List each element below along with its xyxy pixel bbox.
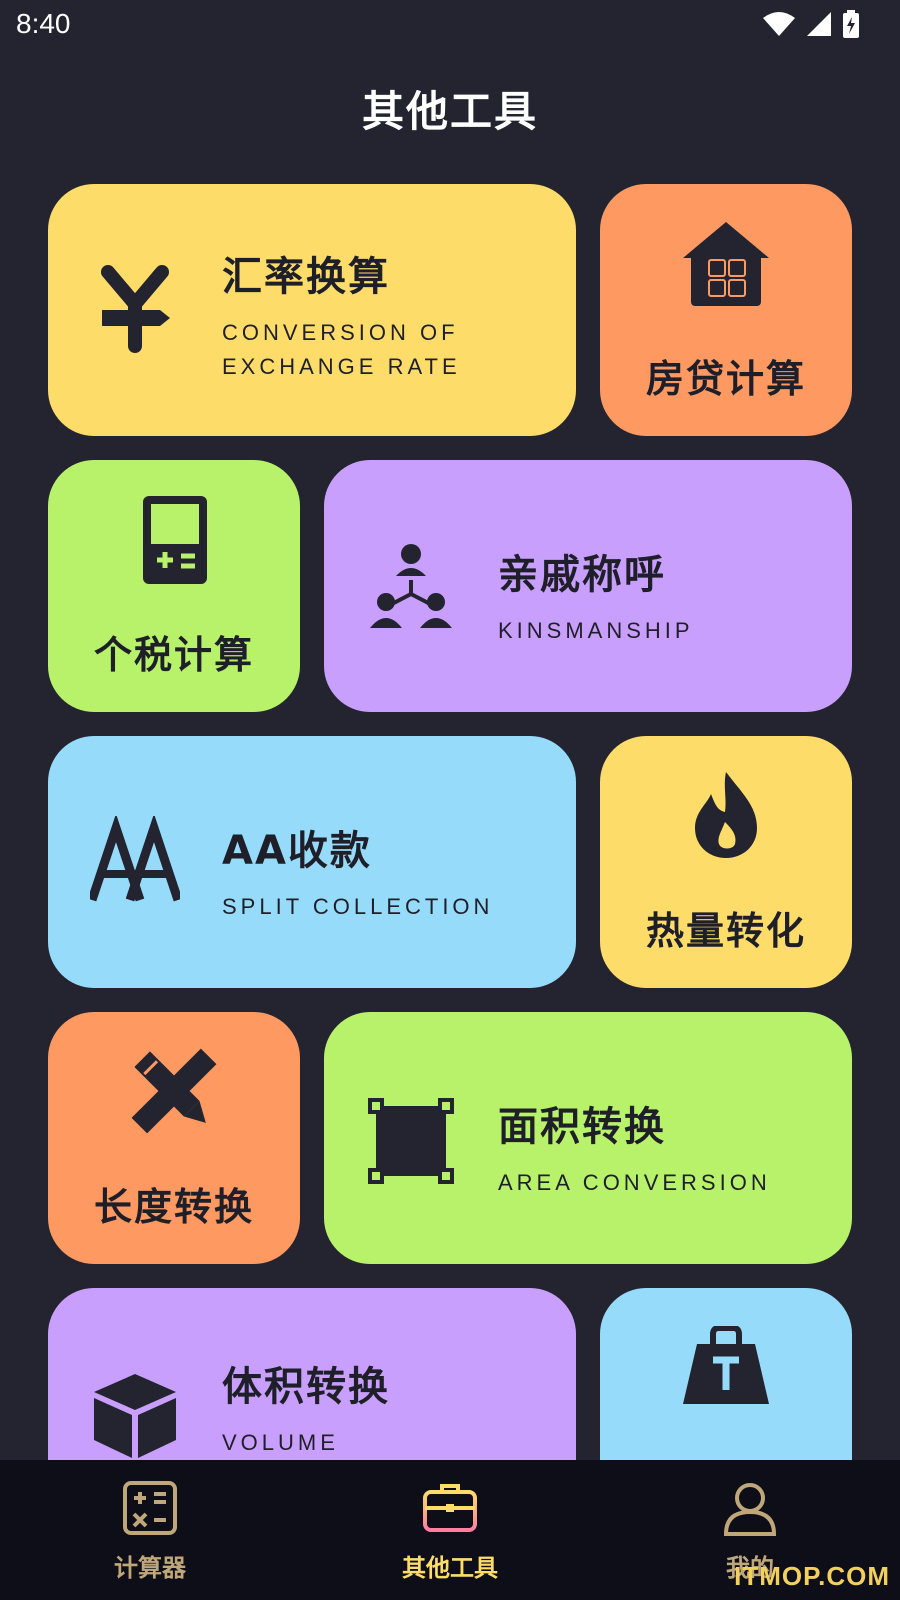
tool-title: 汇率换算 xyxy=(222,254,390,300)
tool-calorie[interactable]: 热量转化 xyxy=(600,736,852,988)
tool-title: 面积转换 xyxy=(498,1104,666,1150)
nav-other-tools[interactable]: 其他工具 xyxy=(300,1460,600,1600)
status-icons xyxy=(762,10,860,38)
tool-kinship[interactable]: 亲戚称呼 KINSMANSHIP xyxy=(324,460,852,712)
tool-title: 个税计算 xyxy=(93,633,254,677)
area-frame-icon xyxy=(368,1098,454,1184)
page-title: 其他工具 xyxy=(361,87,538,136)
tool-aa-split[interactable]: AA收款 SPLIT COLLECTION xyxy=(48,736,576,988)
family-tree-icon xyxy=(370,544,452,628)
nav-label: 计算器 xyxy=(114,1554,186,1582)
tax-calculator-icon xyxy=(143,496,207,584)
tool-title: 热量转化 xyxy=(645,909,806,953)
house-calculator-icon xyxy=(683,222,769,306)
tool-title: 体积转换 xyxy=(222,1364,390,1410)
status-bar: 8:40 xyxy=(0,0,900,50)
tool-title: 亲戚称呼 xyxy=(498,552,666,598)
flame-icon xyxy=(695,772,757,858)
status-time: 8:40 xyxy=(16,8,71,39)
tool-area[interactable]: 面积转换 AREA CONVERSION xyxy=(324,1012,852,1264)
tool-title: 房贷计算 xyxy=(645,357,806,401)
weight-icon xyxy=(683,1326,769,1404)
tool-subtitle: CONVERSION OF EXCHANGE RATE xyxy=(222,320,461,379)
tool-subtitle: AREA CONVERSION xyxy=(498,1170,771,1195)
tool-title: AA收款 xyxy=(222,828,372,874)
calculator-icon xyxy=(123,1481,177,1535)
yen-icon xyxy=(101,265,170,353)
tool-subtitle: KINSMANSHIP xyxy=(498,618,694,643)
signal-icon xyxy=(807,12,831,36)
tool-title: 长度转换 xyxy=(93,1185,254,1229)
tool-exchange-rate[interactable]: 汇率换算 CONVERSION OF EXCHANGE RATE xyxy=(48,184,576,436)
nav-label: 其他工具 xyxy=(402,1554,498,1582)
battery-icon xyxy=(843,10,859,38)
ruler-pencil-icon xyxy=(131,1048,217,1134)
aa-icon xyxy=(90,816,180,902)
nav-calculator[interactable]: 计算器 xyxy=(0,1460,300,1600)
toolbox-icon xyxy=(423,1484,477,1532)
tool-income-tax[interactable]: 个税计算 xyxy=(48,460,300,712)
watermark: ITMOP.COM xyxy=(734,1561,890,1591)
tool-length[interactable]: 长度转换 xyxy=(48,1012,300,1264)
wifi-icon xyxy=(763,12,795,36)
cube-icon xyxy=(94,1374,176,1458)
tool-subtitle: SPLIT COLLECTION xyxy=(222,894,494,919)
tool-mortgage[interactable]: 房贷计算 xyxy=(600,184,852,436)
user-icon xyxy=(723,1483,777,1536)
